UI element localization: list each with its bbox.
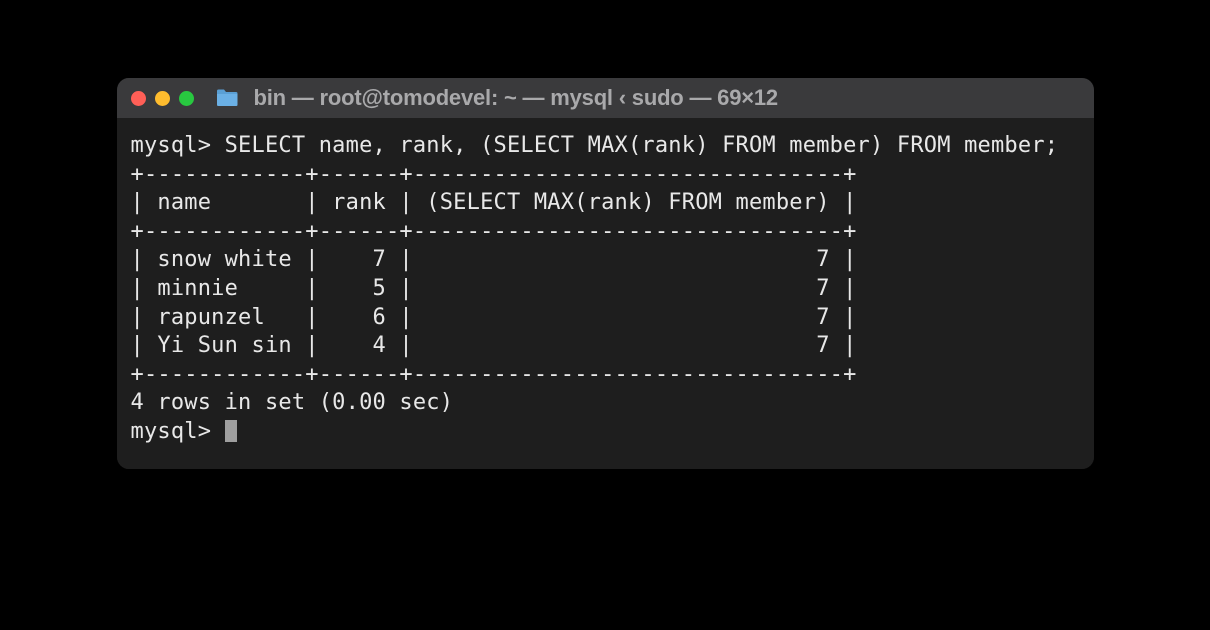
window-title: bin — root@tomodevel: ~ — mysql ‹ sudo —…	[254, 85, 778, 111]
table-row: | minnie | 5 | 7 |	[131, 275, 1080, 304]
folder-icon	[215, 88, 239, 108]
table-row: | rapunzel | 6 | 7 |	[131, 304, 1080, 333]
terminal-window: bin — root@tomodevel: ~ — mysql ‹ sudo —…	[117, 78, 1094, 469]
minimize-icon[interactable]	[155, 91, 170, 106]
table-border: +------------+------+-------------------…	[131, 161, 1080, 190]
prompt-line: mysql>	[131, 418, 1080, 447]
close-icon[interactable]	[131, 91, 146, 106]
table-border: +------------+------+-------------------…	[131, 218, 1080, 247]
title-bar: bin — root@tomodevel: ~ — mysql ‹ sudo —…	[117, 78, 1094, 118]
query-line: mysql> SELECT name, rank, (SELECT MAX(ra…	[131, 132, 1080, 161]
maximize-icon[interactable]	[179, 91, 194, 106]
table-header: | name | rank | (SELECT MAX(rank) FROM m…	[131, 189, 1080, 218]
cursor-icon	[225, 420, 237, 442]
table-row: | snow white | 7 | 7 |	[131, 246, 1080, 275]
result-footer: 4 rows in set (0.00 sec)	[131, 389, 1080, 418]
terminal-body[interactable]: mysql> SELECT name, rank, (SELECT MAX(ra…	[117, 118, 1094, 469]
table-row: | Yi Sun sin | 4 | 7 |	[131, 332, 1080, 361]
prompt-text: mysql>	[131, 419, 225, 444]
table-border: +------------+------+-------------------…	[131, 361, 1080, 390]
